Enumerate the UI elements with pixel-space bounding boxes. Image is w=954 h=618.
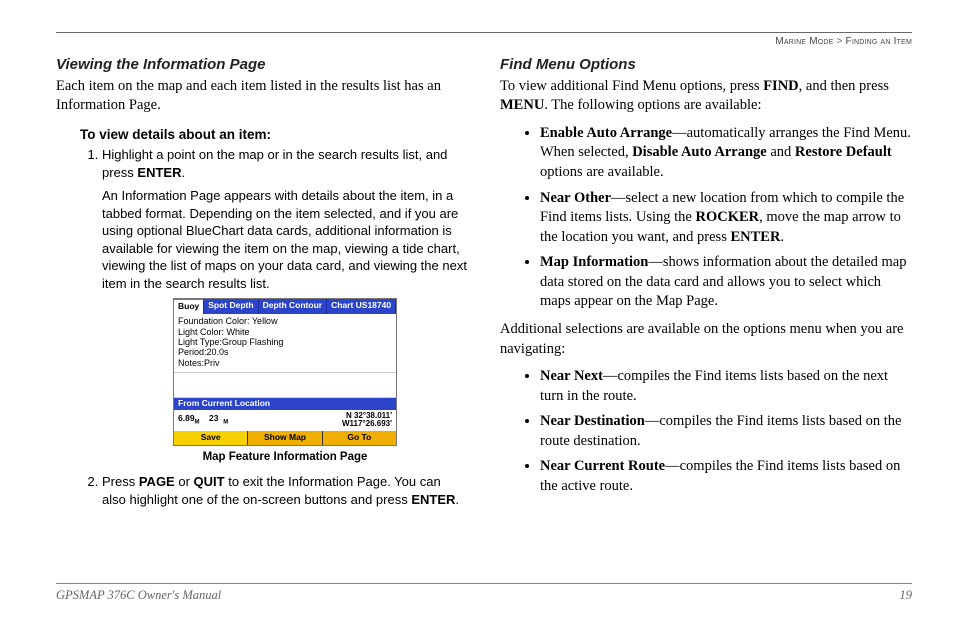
blank-area	[174, 372, 396, 398]
screenshot-figure: Buoy Spot Depth Depth Contour Chart US18…	[102, 298, 468, 465]
manual-page: Marine Mode > Finding an Item Viewing th…	[0, 0, 954, 618]
tab-bar: Buoy Spot Depth Depth Contour Chart US18…	[174, 299, 396, 314]
tab-chart: Chart US18740	[327, 299, 396, 314]
opt-map-information: Map Information—shows information about …	[540, 253, 912, 312]
breadcrumb-section: Marine Mode	[775, 36, 833, 47]
page-footer: GPSMAP 376C Owner's Manual 19	[56, 583, 912, 604]
tab-buoy: Buoy	[174, 299, 204, 314]
info-line: Light Color: White	[178, 327, 392, 337]
page-number: 19	[900, 587, 913, 604]
steps-list: Highlight a point on the map or in the s…	[80, 146, 468, 508]
device-screenshot: Buoy Spot Depth Depth Contour Chart US18…	[173, 298, 397, 445]
info-panel: Foundation Color: Yellow Light Color: Wh…	[174, 314, 396, 372]
button-bar: Save Show Map Go To	[174, 431, 396, 445]
tab-spot-depth: Spot Depth	[204, 299, 258, 314]
left-column: Viewing the Information Page Each item o…	[56, 55, 468, 515]
info-line: Notes:Priv	[178, 358, 392, 368]
opt-near-next: Near Next—compiles the Find items lists …	[540, 367, 912, 406]
left-heading: Viewing the Information Page	[56, 55, 468, 75]
distance-bearing: 6.89M 23 M	[178, 414, 228, 427]
left-intro: Each item on the map and each item liste…	[56, 77, 468, 116]
info-line: Period:20.0s	[178, 347, 392, 357]
opt-near-destination: Near Destination—compiles the Find items…	[540, 412, 912, 451]
right-intro: To view additional Find Menu options, pr…	[500, 77, 912, 116]
show-map-button: Show Map	[248, 431, 322, 445]
tab-depth-contour: Depth Contour	[259, 299, 328, 314]
top-rule	[56, 32, 912, 33]
coord-row: 6.89M 23 M N 32°38.011' W117°26.693'	[174, 410, 396, 431]
nav-options-list: Near Next—compiles the Find items lists …	[524, 367, 912, 496]
columns: Viewing the Information Page Each item o…	[56, 55, 912, 515]
right-heading: Find Menu Options	[500, 55, 912, 75]
step-1-detail: An Information Page appears with details…	[102, 187, 468, 292]
section-bar: From Current Location	[174, 398, 396, 410]
task-heading: To view details about an item:	[80, 126, 468, 144]
breadcrumb: Marine Mode > Finding an Item	[56, 35, 912, 49]
opt-enable-auto-arrange: Enable Auto Arrange—automatically arrang…	[540, 124, 912, 183]
figure-caption: Map Feature Information Page	[102, 450, 468, 466]
opt-near-current-route: Near Current Route—compiles the Find ite…	[540, 457, 912, 496]
options-list: Enable Auto Arrange—automatically arrang…	[524, 124, 912, 312]
step-2: Press PAGE or QUIT to exit the Informati…	[102, 473, 468, 508]
footer-title: GPSMAP 376C Owner's Manual	[56, 587, 221, 604]
opt-near-other: Near Other—select a new location from wh…	[540, 189, 912, 248]
breadcrumb-sep: >	[837, 36, 843, 47]
coordinates: N 32°38.011' W117°26.693'	[342, 412, 392, 429]
navigating-note: Additional selections are available on t…	[500, 320, 912, 359]
info-line: Light Type:Group Flashing	[178, 337, 392, 347]
breadcrumb-sub: Finding an Item	[846, 36, 912, 47]
right-column: Find Menu Options To view additional Fin…	[500, 55, 912, 515]
info-line: Foundation Color: Yellow	[178, 316, 392, 326]
save-button: Save	[174, 431, 248, 445]
go-to-button: Go To	[323, 431, 396, 445]
step-1: Highlight a point on the map or in the s…	[102, 146, 468, 465]
